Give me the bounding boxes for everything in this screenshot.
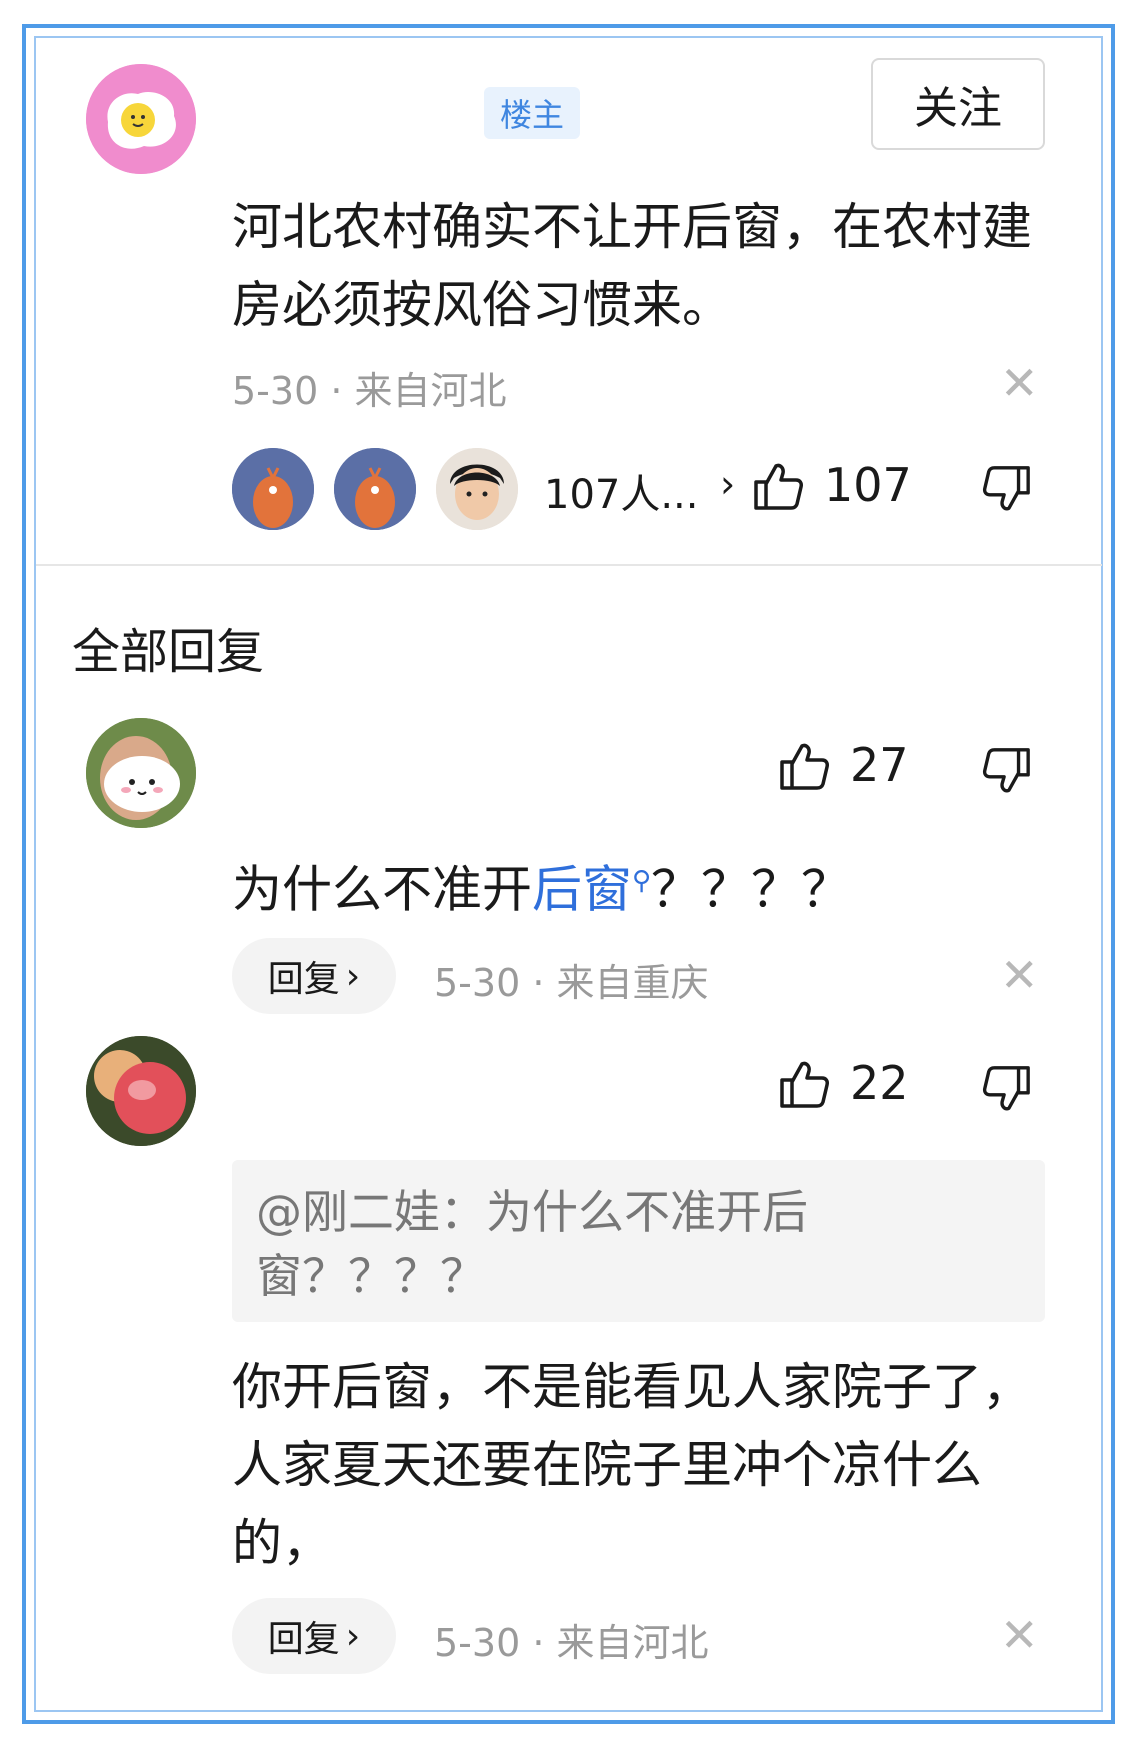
reply-content: 为什么不准开后窗⚲？？？？ bbox=[232, 842, 1047, 929]
close-icon[interactable]: ✕ bbox=[1000, 1608, 1039, 1662]
op-avatar[interactable] bbox=[86, 64, 196, 174]
quoted-reply[interactable]: @刚二娃：为什么不准开后窗？？？？ bbox=[232, 1160, 1045, 1322]
thumbs-up-icon[interactable] bbox=[778, 740, 830, 796]
thumbs-down-icon[interactable] bbox=[982, 746, 1032, 800]
reply-button-label: 回复 bbox=[267, 959, 340, 1000]
post-meta: 5-30 · 来自河北 bbox=[232, 369, 507, 413]
reply-button[interactable]: 回复 › bbox=[232, 1598, 396, 1674]
post-like-count: 107 bbox=[824, 458, 912, 512]
liker-avatar[interactable] bbox=[232, 448, 314, 530]
search-icon[interactable]: ⚲ bbox=[632, 866, 651, 896]
thumbs-up-icon[interactable] bbox=[752, 460, 804, 516]
reply-avatar[interactable] bbox=[86, 718, 196, 828]
egg-avatar-icon bbox=[86, 64, 196, 174]
replies-header: 全部回复 bbox=[72, 624, 265, 680]
liker-summary[interactable]: 107人... bbox=[544, 462, 699, 520]
post-content: 河北农村确实不让开后窗，在农村建房必须按风俗习惯来。 bbox=[232, 198, 1032, 334]
reply-text: 为什么不准开 bbox=[232, 860, 532, 919]
close-icon[interactable]: ✕ bbox=[1000, 356, 1039, 410]
follow-button[interactable]: 关注 bbox=[871, 58, 1045, 150]
chevron-right-icon: › bbox=[345, 1615, 361, 1657]
thumbs-up-icon[interactable] bbox=[778, 1058, 830, 1114]
reply-button[interactable]: 回复 › bbox=[232, 938, 396, 1014]
close-icon[interactable]: ✕ bbox=[1000, 948, 1039, 1002]
peach-avatar-icon bbox=[86, 1036, 196, 1146]
liker-avatar[interactable] bbox=[334, 448, 416, 530]
shrimp-avatar-icon bbox=[334, 448, 416, 530]
person-avatar-icon bbox=[436, 448, 518, 530]
chevron-right-icon[interactable]: › bbox=[720, 462, 735, 506]
reply-avatar[interactable] bbox=[86, 1036, 196, 1146]
liker-avatar[interactable] bbox=[436, 448, 518, 530]
sticker-face-avatar-icon bbox=[86, 718, 196, 828]
reply-like-count: 22 bbox=[850, 1056, 909, 1110]
reply-meta: 5-30 · 来自河北 bbox=[434, 1621, 709, 1665]
reply-text: ？？？？ bbox=[651, 860, 852, 919]
shrimp-avatar-icon bbox=[232, 448, 314, 530]
reply-content: 你开后窗，不是能看见人家院子了，人家夏天还要在院子里冲个凉什么的， bbox=[232, 1358, 1032, 1572]
chevron-right-icon: › bbox=[345, 955, 361, 997]
keyword-link[interactable]: 后窗 bbox=[532, 861, 632, 919]
thumbs-down-icon[interactable] bbox=[982, 464, 1032, 518]
thumbs-down-icon[interactable] bbox=[982, 1064, 1032, 1118]
reply-button-label: 回复 bbox=[267, 1619, 340, 1660]
reply-meta: 5-30 · 来自重庆 bbox=[434, 961, 709, 1005]
section-divider bbox=[36, 564, 1102, 566]
op-badge: 楼主 bbox=[484, 87, 580, 139]
reply-like-count: 27 bbox=[850, 738, 909, 792]
